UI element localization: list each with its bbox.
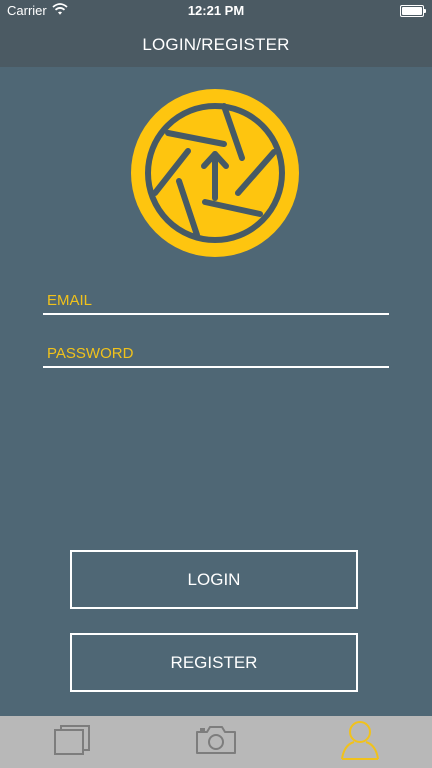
password-input[interactable] (47, 342, 385, 364)
tab-camera[interactable] (144, 716, 288, 768)
tab-bar (0, 716, 432, 768)
camera-aperture-upload-icon (130, 88, 300, 258)
gallery-icon (54, 724, 90, 760)
status-bar: Carrier 12:21 PM (0, 0, 432, 22)
nav-bar: LOGIN/REGISTER (0, 22, 432, 67)
tab-gallery[interactable] (0, 716, 144, 768)
page-title: LOGIN/REGISTER (142, 34, 290, 54)
clock: 12:21 PM (187, 3, 245, 18)
register-button[interactable]: REGISTER (70, 633, 358, 692)
battery-icon (400, 5, 426, 17)
login-button[interactable]: LOGIN (70, 550, 358, 609)
email-input[interactable] (47, 289, 385, 311)
user-icon (340, 719, 380, 766)
tab-profile[interactable] (288, 716, 432, 768)
email-field[interactable] (43, 287, 389, 315)
camera-icon (195, 725, 237, 760)
password-field[interactable] (43, 340, 389, 368)
